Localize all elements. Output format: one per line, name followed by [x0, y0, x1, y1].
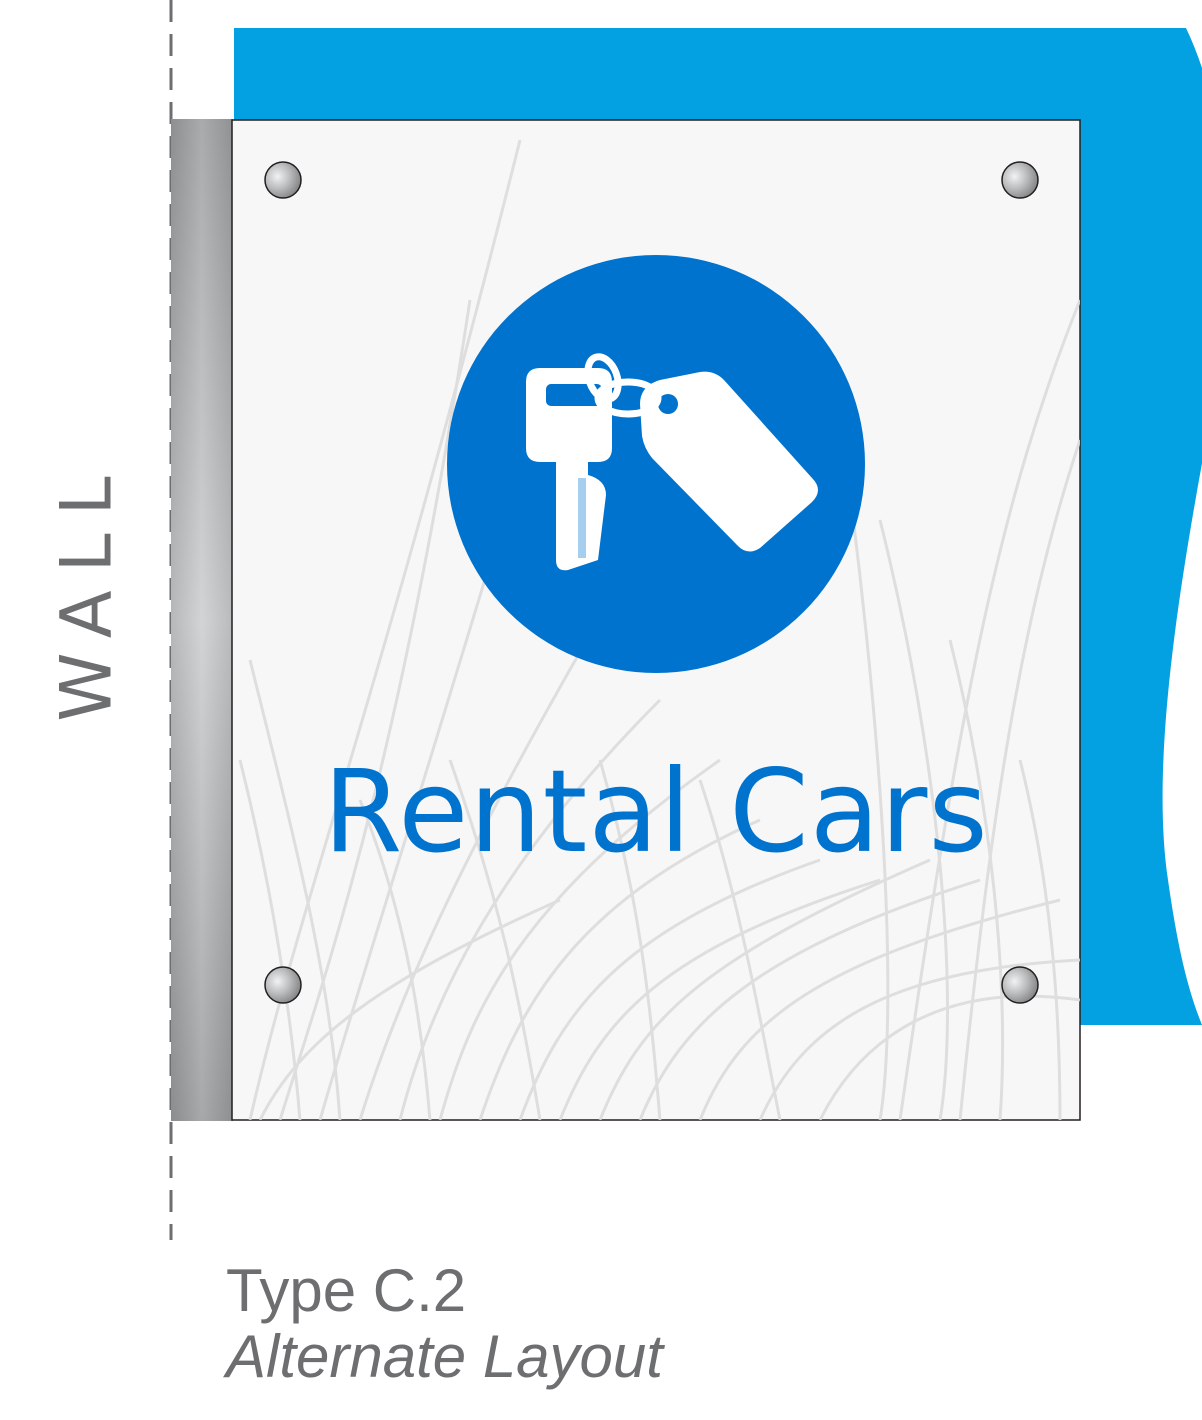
screw-bottom-left — [264, 966, 302, 1004]
sign-title: Rental Cars — [323, 745, 989, 878]
caption-layout: Alternate Layout — [226, 1323, 663, 1390]
wall-label-text: WALL — [46, 458, 128, 722]
wall-label: WALL — [32, 458, 142, 722]
screw-bottom-right — [1001, 966, 1039, 1004]
screw-top-left — [264, 161, 302, 199]
sign-diagram: WALL Rental Cars Type C.2 Alternate Layo… — [0, 0, 1202, 1416]
icon-circle — [447, 255, 865, 673]
caption-type: Type C.2 — [226, 1257, 467, 1324]
diagram-canvas — [169, 0, 1202, 1240]
caption: Type C.2 Alternate Layout — [226, 1258, 663, 1390]
screw-top-right — [1001, 161, 1039, 199]
